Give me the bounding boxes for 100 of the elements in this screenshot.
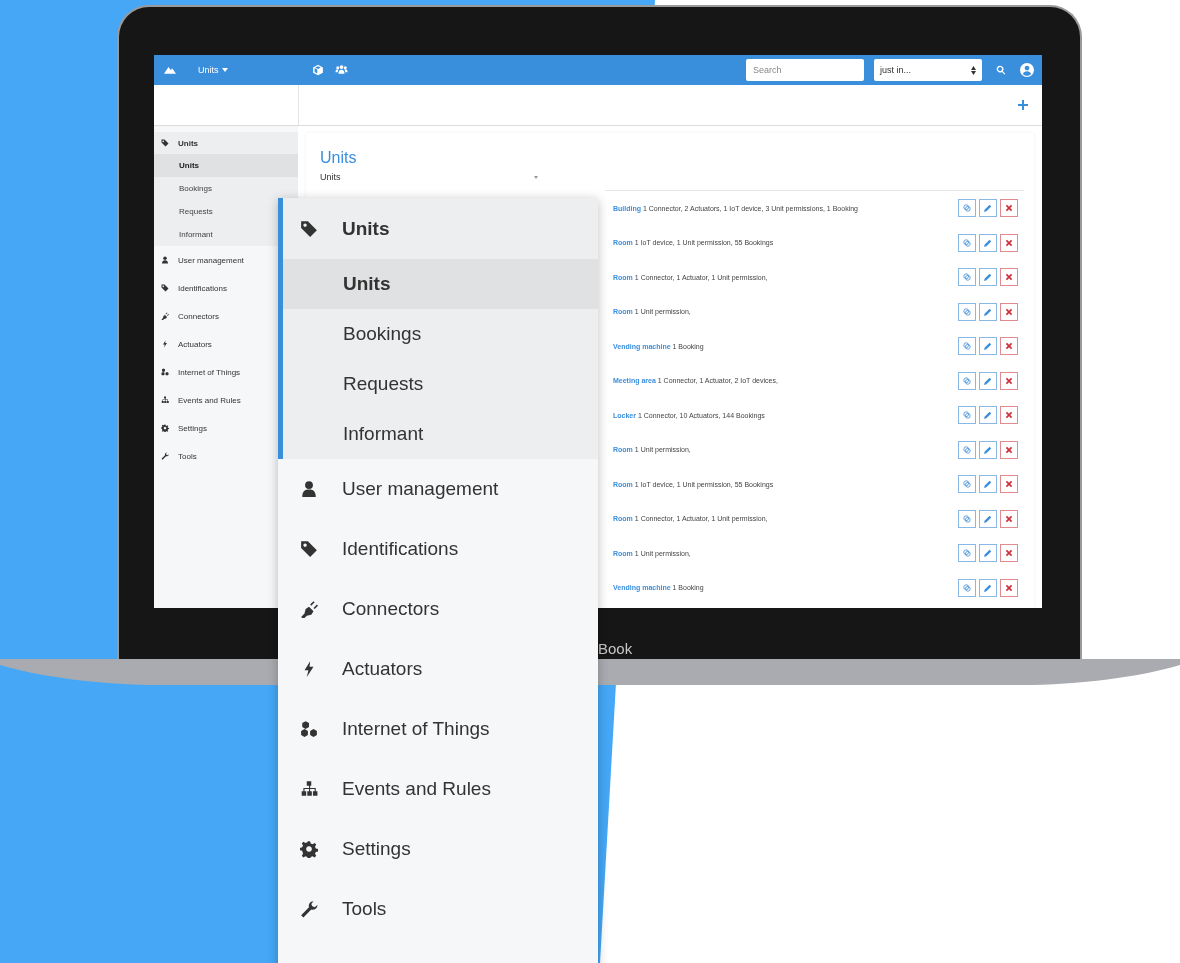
delete-button[interactable] <box>1000 475 1018 494</box>
pencil-icon <box>984 549 992 558</box>
pencil-icon <box>984 238 992 247</box>
delete-button[interactable] <box>1000 406 1018 425</box>
edit-button[interactable] <box>979 509 997 528</box>
sidebar-subitem[interactable]: Units <box>283 259 598 309</box>
edit-button[interactable] <box>979 544 997 563</box>
copy-button[interactable] <box>958 268 976 287</box>
pencil-icon <box>984 376 992 385</box>
copy-icon <box>963 549 971 558</box>
copy-button[interactable] <box>958 509 976 528</box>
sidebar-subitem[interactable]: Bookings <box>154 177 298 200</box>
copy-button[interactable] <box>958 475 976 494</box>
user-icon <box>300 480 318 498</box>
delete-button[interactable] <box>1000 302 1018 321</box>
pencil-icon <box>984 204 992 213</box>
sidebar-item[interactable]: Actuators <box>278 639 598 699</box>
edit-button[interactable] <box>979 578 997 597</box>
search-field[interactable]: Search <box>746 59 864 81</box>
search-icon[interactable] <box>996 65 1006 75</box>
copy-icon <box>963 583 971 592</box>
pencil-icon <box>984 273 992 282</box>
sidebar-subitem[interactable]: Requests <box>283 359 598 409</box>
plug-icon <box>300 600 318 618</box>
caret-icon <box>534 175 538 179</box>
sidebar-item[interactable]: Units <box>283 198 598 259</box>
sidebar-item[interactable]: Events and Rules <box>278 759 598 819</box>
bezel-label: Book <box>598 640 633 657</box>
close-icon <box>1005 549 1013 558</box>
edit-button[interactable] <box>979 371 997 390</box>
copy-button[interactable] <box>958 578 976 597</box>
edit-button[interactable] <box>979 233 997 252</box>
pencil-icon <box>984 411 992 420</box>
sidebar-subitem[interactable]: Informant <box>283 409 598 459</box>
copy-button[interactable] <box>958 371 976 390</box>
edit-button[interactable] <box>979 199 997 218</box>
delete-button[interactable] <box>1000 199 1018 218</box>
copy-button[interactable] <box>958 337 976 356</box>
copy-icon <box>963 445 971 454</box>
edit-button[interactable] <box>979 475 997 494</box>
gear-icon <box>300 840 318 858</box>
copy-button[interactable] <box>958 302 976 321</box>
edit-button[interactable] <box>979 268 997 287</box>
pencil-icon <box>984 342 992 351</box>
delete-button[interactable] <box>1000 509 1018 528</box>
close-icon <box>1005 480 1013 489</box>
close-icon <box>1005 583 1013 592</box>
users-icon[interactable] <box>333 64 349 76</box>
copy-button[interactable] <box>958 544 976 563</box>
pencil-icon <box>984 445 992 454</box>
edit-button[interactable] <box>979 406 997 425</box>
tag-icon <box>300 219 318 238</box>
scope-select[interactable]: just in... <box>874 59 982 81</box>
sidebar-subitem[interactable]: Bookings <box>283 309 598 359</box>
sitemap-icon <box>300 780 318 798</box>
copy-icon <box>963 307 971 316</box>
edit-button[interactable] <box>979 302 997 321</box>
delete-button[interactable] <box>1000 371 1018 390</box>
page-title: Units <box>320 148 358 167</box>
sidebar-item[interactable]: User management <box>278 459 598 519</box>
copy-button[interactable] <box>958 199 976 218</box>
pencil-icon <box>984 480 992 489</box>
copy-button[interactable] <box>958 233 976 252</box>
plug-icon <box>161 312 169 320</box>
plus-icon[interactable] <box>1018 100 1028 110</box>
user-icon <box>161 256 169 264</box>
delete-button[interactable] <box>1000 337 1018 356</box>
delete-button[interactable] <box>1000 268 1018 287</box>
mountain-icon <box>162 64 178 76</box>
edit-button[interactable] <box>979 440 997 459</box>
sidebar-item[interactable]: Connectors <box>278 579 598 639</box>
pencil-icon <box>984 583 992 592</box>
cubes-icon <box>161 368 169 376</box>
copy-icon <box>963 238 971 247</box>
delete-button[interactable] <box>1000 578 1018 597</box>
cube-icon[interactable] <box>311 64 324 76</box>
sidebar-item[interactable]: Tools <box>278 879 598 939</box>
copy-icon <box>963 273 971 282</box>
close-icon <box>1005 204 1013 213</box>
sidebar-item[interactable]: Internet of Things <box>278 699 598 759</box>
copy-button[interactable] <box>958 406 976 425</box>
sidebar-item[interactable]: Units <box>154 132 298 154</box>
delete-button[interactable] <box>1000 233 1018 252</box>
sidebar-item[interactable]: Settings <box>278 819 598 879</box>
edit-button[interactable] <box>979 337 997 356</box>
filter-select[interactable]: Units <box>320 172 542 182</box>
copy-icon <box>963 411 971 420</box>
sidebar-subitem[interactable]: Units <box>154 154 298 177</box>
close-icon <box>1005 273 1013 282</box>
tag-icon <box>300 540 318 558</box>
pencil-icon <box>984 514 992 523</box>
copy-button[interactable] <box>958 440 976 459</box>
sitemap-icon <box>161 396 169 404</box>
sidebar-item[interactable]: Identifications <box>278 519 598 579</box>
tag-icon <box>161 139 169 147</box>
caret-icon <box>221 68 228 72</box>
delete-button[interactable] <box>1000 440 1018 459</box>
delete-button[interactable] <box>1000 544 1018 563</box>
close-icon <box>1005 342 1013 351</box>
wrench-icon <box>300 900 318 918</box>
